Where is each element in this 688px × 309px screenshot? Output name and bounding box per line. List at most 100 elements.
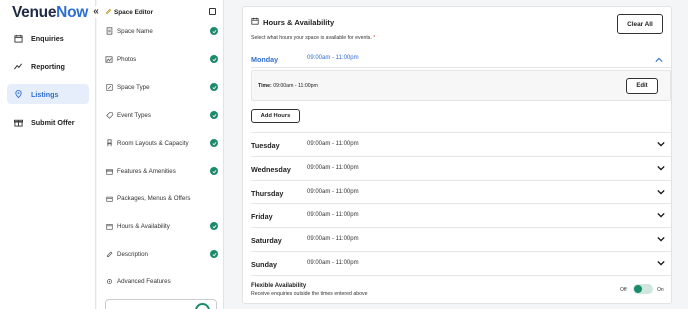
document-icon	[105, 27, 113, 35]
nav-item-submit-offer[interactable]: Submit Offer	[7, 112, 89, 132]
day-time: 09:00am - 11:00pm	[307, 141, 359, 147]
collapse-sidebar-button[interactable]: «	[90, 6, 102, 18]
calendar-icon	[13, 33, 23, 43]
nav-item-label: Reporting	[31, 61, 65, 71]
divider	[251, 67, 671, 68]
day-time: 09:00am - 11:00pm	[307, 212, 359, 218]
check-circle-icon	[210, 55, 218, 63]
panel-subtitle: Select what hours your space is availabl…	[251, 35, 376, 41]
panel-title: Hours & Availability	[251, 17, 334, 27]
day-time: 09:00am - 11:00pm	[307, 165, 359, 171]
progress-ring-icon	[195, 303, 210, 309]
chevron-down-icon[interactable]	[655, 138, 667, 150]
gear-icon	[105, 277, 113, 285]
editor-item-label: Description	[117, 250, 148, 258]
day-time: 09:00am - 11:00pm	[307, 236, 359, 242]
add-hours-button[interactable]: Add Hours	[251, 109, 300, 123]
image-icon	[105, 55, 113, 63]
day-name: Thursday	[251, 189, 284, 198]
editor-item-advanced[interactable]: Advanced Features	[105, 274, 218, 288]
tag-icon	[105, 111, 113, 119]
toggle-on-label: On	[657, 287, 664, 293]
main-nav: VenueNow Enquiries Reporting Listings Su…	[0, 0, 96, 309]
day-name: Wednesday	[251, 165, 291, 174]
gift-icon	[13, 117, 23, 127]
check-circle-icon	[210, 167, 218, 175]
editor-item-photos[interactable]: Photos	[105, 52, 218, 66]
check-circle-icon	[210, 250, 218, 258]
day-time: 09:00am - 11:00pm	[307, 189, 359, 195]
editor-item-hours[interactable]: Hours & Availability	[105, 219, 218, 233]
check-circle-icon	[210, 27, 218, 35]
day-name: Sunday	[251, 260, 277, 269]
time-slot-text: Time: 09:00am - 11:00pm	[258, 83, 318, 89]
toggle-off-label: Off	[620, 287, 627, 293]
chevron-down-icon[interactable]	[655, 233, 667, 245]
calendar-icon	[251, 17, 259, 27]
day-row-thursday[interactable]: Thursday 09:00am - 11:00pm	[251, 180, 671, 203]
package-icon	[105, 194, 113, 202]
editor-item-label: Room Layouts & Capacity	[117, 139, 189, 147]
chevron-up-icon[interactable]	[655, 55, 663, 65]
location-pin-icon	[13, 89, 23, 99]
gift-icon	[105, 167, 113, 175]
day-row-tuesday[interactable]: Tuesday 09:00am - 11:00pm	[251, 132, 671, 155]
editor-item-event-types[interactable]: Event Types	[105, 108, 218, 122]
editor-item-description[interactable]: Description	[105, 247, 218, 261]
editor-item-features[interactable]: Features & Amenities	[105, 164, 218, 178]
edit-square-icon	[105, 83, 113, 91]
time-slot-card: Time: 09:00am - 11:00pm Edit	[251, 70, 671, 101]
editor-item-packages[interactable]: Packages, Menus & Offers	[105, 191, 218, 205]
trend-icon	[13, 61, 23, 71]
flexible-availability-title: Flexible Availability	[251, 283, 307, 289]
brand-logo[interactable]: VenueNow	[12, 4, 88, 22]
chevron-down-icon[interactable]	[655, 257, 667, 269]
chevron-down-icon[interactable]	[655, 186, 667, 198]
day-row-wednesday[interactable]: Wednesday 09:00am - 11:00pm	[251, 156, 671, 179]
space-editor-panel: Space Editor Space Name Photos Space Typ…	[97, 0, 224, 309]
space-editor-title: Space Editor	[105, 8, 153, 17]
editor-item-room-layouts[interactable]: Room Layouts & Capacity	[105, 136, 218, 150]
editor-item-space-type[interactable]: Space Type	[105, 80, 218, 94]
nav-item-label: Enquiries	[31, 33, 64, 43]
editor-item-label: Event Types	[117, 111, 151, 119]
check-circle-icon	[210, 111, 218, 119]
edit-time-button[interactable]: Edit	[626, 78, 658, 94]
editor-item-label: Advanced Features	[117, 277, 171, 285]
calendar-icon	[105, 222, 113, 230]
nav-item-enquiries[interactable]: Enquiries	[7, 28, 89, 48]
brand-part-2: Now	[56, 4, 88, 21]
editor-item-label: Space Name	[117, 27, 153, 35]
flexible-availability-toggle[interactable]	[633, 284, 653, 294]
editor-item-label: Space Type	[117, 83, 150, 91]
day-name-monday[interactable]: Monday	[251, 55, 278, 64]
pencil-icon	[105, 8, 112, 17]
day-row-friday[interactable]: Friday 09:00am - 11:00pm	[251, 203, 671, 226]
editor-item-space-name[interactable]: Space Name	[105, 24, 218, 38]
day-name: Friday	[251, 212, 273, 221]
space-editor-checkbox[interactable]	[209, 8, 216, 15]
editor-item-label: Photos	[117, 55, 137, 63]
editor-item-label: Features & Amenities	[117, 167, 176, 175]
chevron-down-icon[interactable]	[655, 209, 667, 221]
toggle-knob	[634, 285, 642, 293]
day-name: Saturday	[251, 236, 282, 245]
editor-item-label: Hours & Availability	[117, 222, 170, 230]
nav-item-label: Submit Offer	[31, 117, 75, 127]
chevron-down-icon[interactable]	[655, 162, 667, 174]
divider	[251, 275, 671, 276]
required-marker: *	[373, 35, 376, 41]
brand-part-1: Venue	[12, 4, 57, 21]
nav-item-reporting[interactable]: Reporting	[7, 56, 89, 76]
chair-icon	[105, 139, 113, 147]
nav-item-label: Listings	[31, 89, 59, 99]
day-row-saturday[interactable]: Saturday 09:00am - 11:00pm	[251, 227, 671, 250]
check-circle-icon	[210, 139, 218, 147]
day-name: Tuesday	[251, 141, 280, 150]
clear-all-button[interactable]: Clear All	[617, 14, 663, 34]
check-circle-icon	[210, 83, 218, 91]
nav-item-listings[interactable]: Listings	[7, 84, 89, 104]
pen-icon	[105, 250, 113, 258]
day-row-sunday[interactable]: Sunday 09:00am - 11:00pm	[251, 251, 671, 274]
day-time-monday: 09:00am - 11:00pm	[307, 55, 359, 61]
